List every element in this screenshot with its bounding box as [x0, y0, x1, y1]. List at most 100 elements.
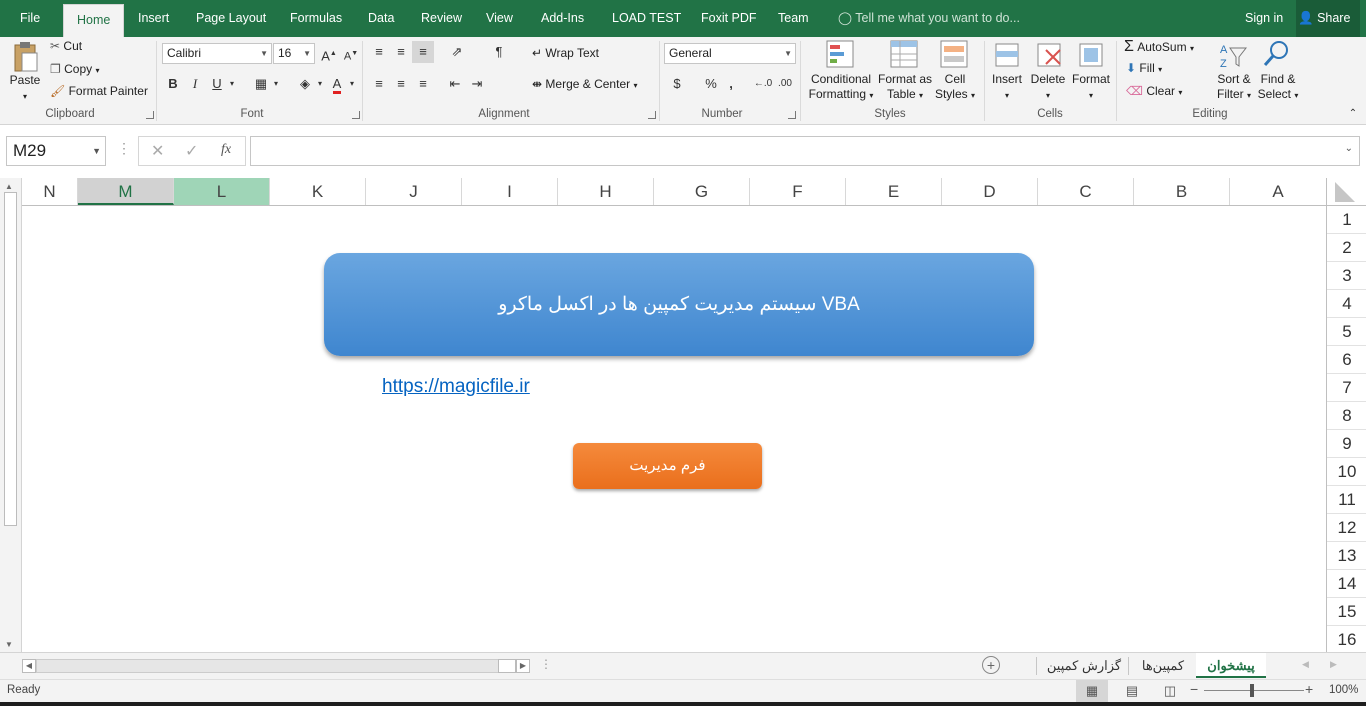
align-top-icon[interactable]: ≡	[368, 41, 390, 63]
scroll-up-icon[interactable]: ▲	[5, 182, 13, 191]
paste-button[interactable]: Paste ▾	[6, 73, 44, 104]
column-header-d[interactable]: D	[942, 178, 1038, 205]
borders-icon[interactable]: ▦	[250, 73, 272, 95]
row-header[interactable]: 14	[1327, 570, 1366, 598]
fill-button[interactable]: ⬇ Fill ▾	[1126, 61, 1162, 75]
collapse-ribbon-icon[interactable]: ⌃	[1342, 103, 1364, 125]
row-header[interactable]: 9	[1327, 430, 1366, 458]
autosum-button[interactable]: Σ AutoSum ▾	[1124, 38, 1194, 56]
number-format-select[interactable]: General ▼	[664, 43, 796, 64]
percent-button[interactable]: %	[700, 73, 722, 95]
wrap-text-button[interactable]: ↵ Wrap Text	[532, 46, 599, 60]
clipboard-launcher-icon[interactable]	[146, 111, 154, 119]
sheet-tab-dashboard[interactable]: پیشخوان	[1196, 653, 1266, 678]
vertical-scrollbar[interactable]: ▲ ▼	[0, 178, 22, 652]
sign-in-link[interactable]: Sign in	[1245, 0, 1283, 37]
italic-button[interactable]: I	[184, 73, 206, 95]
formula-bar-splitter[interactable]: ⋮	[117, 140, 131, 157]
website-link[interactable]: https://magicfile.ir	[382, 376, 530, 398]
scroll-left-icon[interactable]: ◀	[22, 659, 36, 673]
zoom-level[interactable]: 100%	[1329, 684, 1358, 696]
column-header-n[interactable]: N	[22, 178, 78, 205]
align-right-icon[interactable]: ≡	[412, 73, 434, 95]
fill-color-icon[interactable]: ◈	[294, 73, 316, 95]
tab-addins[interactable]: Add-Ins	[541, 0, 584, 37]
prev-sheet-icon[interactable]: ◀	[1302, 659, 1309, 670]
clear-button[interactable]: ⌫ Clear ▾	[1126, 84, 1182, 98]
formula-input[interactable]: ⌄	[250, 136, 1360, 166]
column-header-j[interactable]: J	[366, 178, 462, 205]
zoom-slider-thumb[interactable]	[1250, 684, 1254, 697]
merge-center-button[interactable]: ⇼ Merge & Center ▾	[532, 77, 637, 91]
tab-insert[interactable]: Insert	[138, 0, 169, 37]
cut-button[interactable]: ✂ Cut	[50, 39, 82, 53]
borders-dropdown-icon[interactable]: ▾	[270, 73, 282, 95]
next-sheet-icon[interactable]: ▶	[1330, 659, 1337, 670]
zoom-out-icon[interactable]: −	[1190, 681, 1198, 697]
column-header-c[interactable]: C	[1038, 178, 1134, 205]
page-break-view-icon[interactable]: ◫	[1160, 680, 1180, 702]
row-header[interactable]: 16	[1327, 626, 1366, 652]
font-launcher-icon[interactable]	[352, 111, 360, 119]
font-color-icon[interactable]: A	[326, 73, 348, 95]
column-header-f[interactable]: F	[750, 178, 846, 205]
find-select-button[interactable]: Find & Select ▾	[1256, 72, 1300, 103]
orientation-icon[interactable]: ⇗	[446, 41, 468, 63]
row-header[interactable]: 12	[1327, 514, 1366, 542]
horizontal-scrollbar[interactable]	[36, 659, 516, 673]
add-sheet-icon[interactable]: +	[982, 656, 1000, 674]
column-header-h[interactable]: H	[558, 178, 654, 205]
row-header[interactable]: 4	[1327, 290, 1366, 318]
fill-color-dropdown-icon[interactable]: ▾	[314, 73, 326, 95]
font-name-select[interactable]: Calibri ▼	[162, 43, 272, 64]
name-box[interactable]: M29 ▼	[6, 136, 106, 166]
decrease-decimal-icon[interactable]: .00	[774, 73, 796, 95]
vertical-scroll-thumb[interactable]	[4, 192, 17, 526]
column-header-k[interactable]: K	[270, 178, 366, 205]
tab-foxit-pdf[interactable]: Foxit PDF	[701, 0, 757, 37]
row-header[interactable]: 13	[1327, 542, 1366, 570]
row-header[interactable]: 5	[1327, 318, 1366, 346]
cancel-icon[interactable]: ✕	[151, 141, 164, 161]
insert-cells-button[interactable]: Insert ▾	[988, 72, 1026, 103]
sheet-tab-campaign-report[interactable]: گزارش کمپین	[1040, 653, 1128, 678]
increase-decimal-icon[interactable]: ←.0	[752, 73, 774, 95]
normal-view-icon[interactable]: ▦	[1076, 680, 1108, 702]
row-header[interactable]: 11	[1327, 486, 1366, 514]
delete-cells-button[interactable]: Delete ▾	[1028, 72, 1068, 103]
align-center-icon[interactable]: ≡	[390, 73, 412, 95]
title-shape[interactable]: سیستم مدیریت کمپین ها در اکسل ماکرو VBA	[324, 253, 1034, 356]
tell-me-box[interactable]: ◯ Tell me what you want to do...	[838, 0, 1020, 37]
column-header-e[interactable]: E	[846, 178, 942, 205]
sheet-tab-campaigns[interactable]: کمپین‌ها	[1132, 653, 1194, 678]
decrease-indent-icon[interactable]: ⇤	[444, 73, 466, 95]
share-button[interactable]: 👤 Share	[1296, 0, 1361, 37]
increase-font-icon[interactable]: A▲	[318, 43, 340, 65]
scroll-right-icon[interactable]: ▶	[516, 659, 530, 673]
column-header-i[interactable]: I	[462, 178, 558, 205]
column-header-b[interactable]: B	[1134, 178, 1230, 205]
underline-dropdown-icon[interactable]: ▾	[226, 73, 238, 95]
column-header-l[interactable]: L	[174, 178, 270, 205]
align-middle-icon[interactable]: ≡	[390, 41, 412, 63]
tab-file[interactable]: File	[20, 0, 40, 37]
row-header[interactable]: 6	[1327, 346, 1366, 374]
row-header[interactable]: 8	[1327, 402, 1366, 430]
scroll-down-icon[interactable]: ▼	[5, 640, 13, 649]
underline-button[interactable]: U	[206, 73, 228, 95]
row-header[interactable]: 2	[1327, 234, 1366, 262]
currency-button[interactable]: $	[666, 73, 688, 95]
column-header-a[interactable]: A	[1230, 178, 1326, 205]
sort-filter-button[interactable]: Sort & Filter ▾	[1212, 72, 1256, 103]
tab-review[interactable]: Review	[421, 0, 462, 37]
conditional-formatting-button[interactable]: Conditional Formatting ▾	[806, 72, 876, 103]
increase-indent-icon[interactable]: ⇥	[466, 73, 488, 95]
tab-page-layout[interactable]: Page Layout	[196, 0, 266, 37]
comma-button[interactable]: ,	[720, 73, 742, 95]
number-launcher-icon[interactable]	[788, 111, 796, 119]
zoom-slider[interactable]	[1204, 690, 1304, 691]
tab-formulas[interactable]: Formulas	[290, 0, 342, 37]
row-header[interactable]: 1	[1327, 206, 1366, 234]
page-layout-view-icon[interactable]: ▤	[1122, 680, 1142, 702]
row-header[interactable]: 3	[1327, 262, 1366, 290]
